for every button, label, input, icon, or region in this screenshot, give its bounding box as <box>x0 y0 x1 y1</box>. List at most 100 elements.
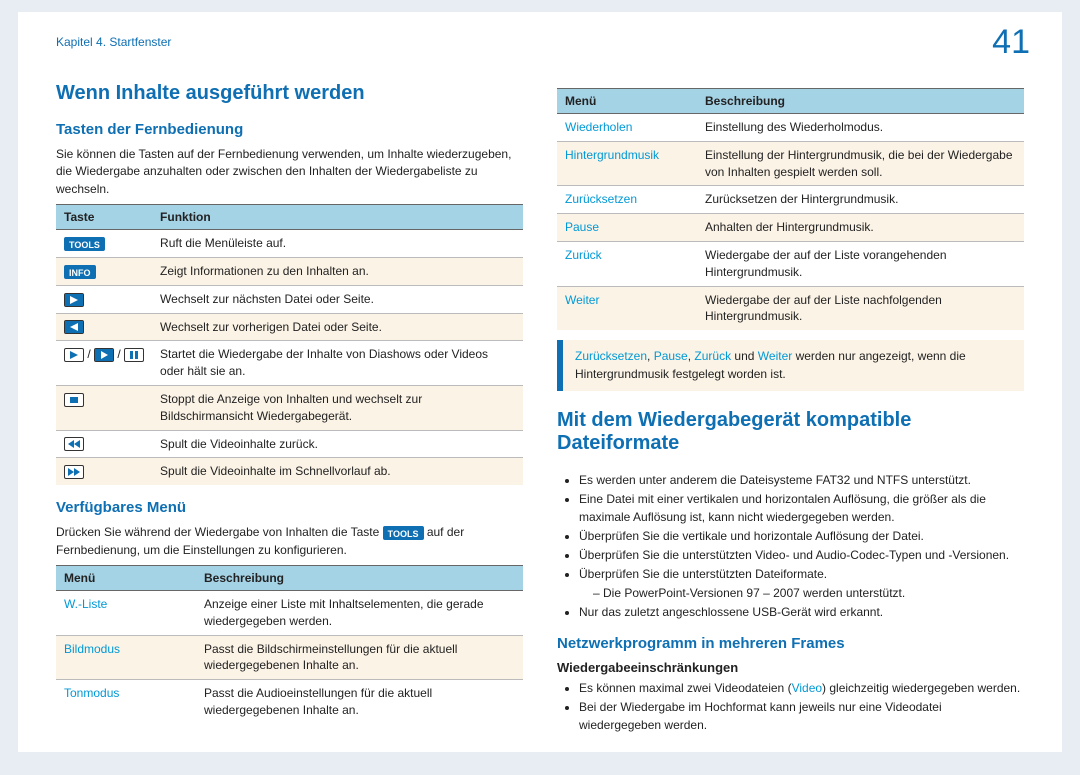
table-row: ZurückWiedergabe der auf der Liste voran… <box>557 241 1024 286</box>
desc-cell: Ruft die Menüleiste auf. <box>152 230 523 258</box>
section-intro: Sie können die Tasten auf der Fernbedien… <box>56 146 523 198</box>
rewind-key-icon <box>64 437 84 451</box>
right-column: Menü Beschreibung WiederholenEinstellung… <box>557 82 1024 735</box>
table-row: TOOLS Ruft die Menüleiste auf. <box>56 230 523 258</box>
key-cell <box>56 313 152 341</box>
menu-desc-cell: Passt die Bildschirmeinstellungen für di… <box>196 635 523 680</box>
menu-label-cell: Zurück <box>557 241 697 286</box>
list-item: Eine Datei mit einer vertikalen und hori… <box>579 490 1024 526</box>
list-item: Nur das zuletzt angeschlossene USB-Gerät… <box>579 603 1024 621</box>
left-column: Wenn Inhalte ausgeführt werden Tasten de… <box>56 82 523 735</box>
menu-label-cell: Hintergrundmusik <box>557 141 697 186</box>
key-cell <box>56 430 152 458</box>
list-item: Bei der Wiedergabe im Hochformat kann je… <box>579 698 1024 734</box>
desc-cell: Zeigt Informationen zu den Inhalten an. <box>152 257 523 285</box>
note-box: Zurücksetzen, Pause, Zurück und Weiter w… <box>557 340 1024 391</box>
menu-label-cell: W.-Liste <box>56 590 196 635</box>
list-item: Es werden unter anderem die Dateisysteme… <box>579 471 1024 489</box>
table-row: PauseAnhalten der Hintergrundmusik. <box>557 214 1024 242</box>
table-row: Stoppt die Anzeige von Inhalten und wech… <box>56 385 523 430</box>
menu-desc-cell: Wiedergabe der auf der Liste vorangehend… <box>697 241 1024 286</box>
section-heading-formats: Mit dem Wiedergabegerät kompatible Datei… <box>557 409 1024 455</box>
tools-key-icon: TOOLS <box>383 526 424 540</box>
menu-table-left: Menü Beschreibung W.-ListeAnzeige einer … <box>56 565 523 724</box>
menu-desc-cell: Wiedergabe der auf der Liste nachfolgend… <box>697 286 1024 330</box>
table-row: Wechselt zur nächsten Datei oder Seite. <box>56 285 523 313</box>
keys-table: Taste Funktion TOOLSRuft die Menüleiste … <box>56 204 523 485</box>
list-item: Überprüfen Sie die unterstützten Dateifo… <box>579 565 1024 583</box>
section-heading-network: Netzwerkprogramm in mehreren Frames <box>557 635 1024 652</box>
tools-key-icon: TOOLS <box>64 237 105 251</box>
desc-cell: Wechselt zur nächsten Datei oder Seite. <box>152 285 523 313</box>
menu-col-desc: Beschreibung <box>196 565 523 590</box>
menu-desc-cell: Passt die Audioeinstellungen für die akt… <box>196 680 523 724</box>
section-intro-2: Drücken Sie während der Wiedergabe von I… <box>56 524 523 559</box>
bullet-list: Es werden unter anderem die Dateisysteme… <box>579 471 1024 621</box>
text: und <box>731 349 758 363</box>
fast-forward-key-icon <box>64 465 84 479</box>
play-right-key-icon <box>94 348 114 362</box>
text: Es können maximal zwei Videodateien ( <box>579 681 792 695</box>
top-bar: Kapitel 4. Startfenster 41 <box>18 12 1062 72</box>
menu-col-label: Menü <box>557 89 697 114</box>
table-row: WiederholenEinstellung des Wiederholmodu… <box>557 114 1024 142</box>
note-highlight: Weiter <box>758 349 792 363</box>
key-cell <box>56 385 152 430</box>
menu-desc-cell: Anhalten der Hintergrundmusik. <box>697 214 1024 242</box>
table-row: HintergrundmusikEinstellung der Hintergr… <box>557 141 1024 186</box>
menu-label-cell: Pause <box>557 214 697 242</box>
table-row: Spult die Videoinhalte im Schnellvorlauf… <box>56 458 523 485</box>
inline-link-video: Video <box>792 681 822 695</box>
table-row: BildmodusPasst die Bildschirmeinstellung… <box>56 635 523 680</box>
stop-key-icon <box>64 393 84 407</box>
note-highlight: Zurücksetzen <box>575 349 647 363</box>
list-item: Es können maximal zwei Videodateien (Vid… <box>579 679 1024 697</box>
desc-cell: Stoppt die Anzeige von Inhalten und wech… <box>152 385 523 430</box>
prev-key-icon <box>64 320 84 334</box>
table-row: INFO Zeigt Informationen zu den Inhalten … <box>56 257 523 285</box>
menu-label-cell: Wiederholen <box>557 114 697 142</box>
key-cell: TOOLS <box>56 230 152 258</box>
menu-desc-cell: Anzeige einer Liste mit Inhaltselementen… <box>196 590 523 635</box>
table-row: / / Startet die Wiedergabe der Inhalte v… <box>56 341 523 386</box>
section-heading-remote: Tasten der Fernbedienung <box>56 121 523 138</box>
note-highlight: Pause <box>654 349 688 363</box>
desc-cell: Spult die Videoinhalte zurück. <box>152 430 523 458</box>
pause-key-icon <box>124 348 144 362</box>
table-row: TonmodusPasst die Audioeinstellungen für… <box>56 680 523 724</box>
table-row: ZurücksetzenZurücksetzen der Hintergrund… <box>557 186 1024 214</box>
menu-label-cell: Weiter <box>557 286 697 330</box>
table-row: Spult die Videoinhalte zurück. <box>56 430 523 458</box>
text: ) gleichzeitig wiedergegeben werden. <box>822 681 1020 695</box>
table-row: WeiterWiedergabe der auf der Liste nachf… <box>557 286 1024 330</box>
keys-col-funktion: Funktion <box>152 205 523 230</box>
key-cell: / / <box>56 341 152 386</box>
menu-label-cell: Tonmodus <box>56 680 196 724</box>
menu-col-label: Menü <box>56 565 196 590</box>
bullet-list-restrictions: Es können maximal zwei Videodateien (Vid… <box>579 679 1024 734</box>
table-row: Wechselt zur vorherigen Datei oder Seite… <box>56 313 523 341</box>
list-item-sub: Die PowerPoint-Versionen 97 – 2007 werde… <box>593 584 1024 602</box>
desc-cell: Startet die Wiedergabe der Inhalte von D… <box>152 341 523 386</box>
document-page: Kapitel 4. Startfenster 41 Wenn Inhalte … <box>18 12 1062 752</box>
sub-heading-restrictions: Wiedergabeeinschränkungen <box>557 660 1024 675</box>
menu-desc-cell: Einstellung der Hintergrundmusik, die be… <box>697 141 1024 186</box>
key-cell <box>56 285 152 313</box>
info-key-icon: INFO <box>64 265 96 279</box>
page-number: 41 <box>992 23 1030 62</box>
list-item: Überprüfen Sie die vertikale und horizon… <box>579 527 1024 545</box>
breadcrumb: Kapitel 4. Startfenster <box>56 35 171 49</box>
page-title: Wenn Inhalte ausgeführt werden <box>56 82 523 105</box>
menu-col-desc: Beschreibung <box>697 89 1024 114</box>
menu-desc-cell: Zurücksetzen der Hintergrundmusik. <box>697 186 1024 214</box>
list-item: Überprüfen Sie die unterstützten Video- … <box>579 546 1024 564</box>
note-highlight: Zurück <box>694 349 731 363</box>
section-heading-menu: Verfügbares Menü <box>56 499 523 516</box>
desc-cell: Spult die Videoinhalte im Schnellvorlauf… <box>152 458 523 485</box>
menu-label-cell: Bildmodus <box>56 635 196 680</box>
key-cell <box>56 458 152 485</box>
text: , <box>647 349 654 363</box>
desc-cell: Wechselt zur vorherigen Datei oder Seite… <box>152 313 523 341</box>
text: Drücken Sie während der Wiedergabe von I… <box>56 525 383 539</box>
table-row: W.-ListeAnzeige einer Liste mit Inhaltse… <box>56 590 523 635</box>
